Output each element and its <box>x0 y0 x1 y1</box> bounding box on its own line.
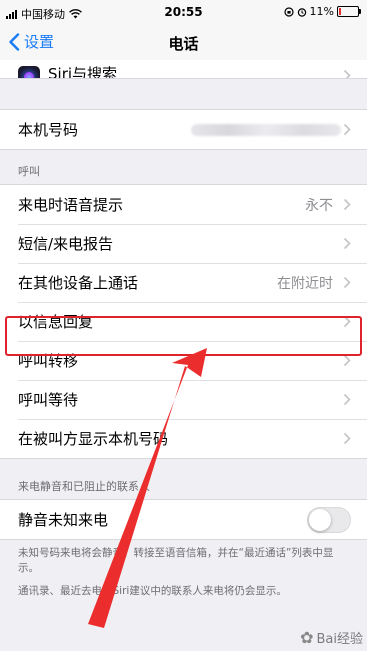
status-bar: 中国移动 20:55 11% <box>0 0 367 26</box>
calls-on-other-devices-label: 在其他设备上通话 <box>18 274 139 292</box>
settings-phone-screen: 中国移动 20:55 11% 设置 电话 Siri与搜索 本机号码 呼叫 来电时… <box>0 0 367 651</box>
siri-search-row[interactable]: Siri与搜索 <box>0 60 367 78</box>
announce-calls-row[interactable]: 来电时语音提示 永不 <box>0 185 367 224</box>
silence-unknown-callers-row: 静音未知来电 <box>0 500 367 539</box>
call-forwarding-label: 呼叫转移 <box>18 352 79 370</box>
paw-logo-icon: ✿ <box>300 628 314 647</box>
watermark-text: Bai经验 <box>316 632 364 647</box>
call-waiting-row[interactable]: 呼叫等待 <box>0 380 367 419</box>
chevron-right-icon <box>343 393 351 406</box>
silence-footer-text: 未知号码来电将会静音，转接至语音信箱，并在“最近通话”列表中显示。 <box>18 547 334 574</box>
sms-call-reporting-row[interactable]: 短信/来电报告 <box>0 224 367 263</box>
respond-with-text-label: 以信息回复 <box>18 313 94 331</box>
toggle-knob <box>309 508 331 531</box>
alarm-icon <box>297 7 306 17</box>
my-number-row[interactable]: 本机号码 <box>0 110 367 149</box>
chevron-right-icon <box>343 123 351 136</box>
show-caller-id-label: 在被叫方显示本机号码 <box>18 430 169 448</box>
contacts-footer-text: 通讯录、最近去电和Siri建议中的联系人来电将仍会显示。 <box>18 585 287 597</box>
chevron-right-icon <box>343 354 351 367</box>
call-forwarding-row[interactable]: 呼叫转移 <box>0 341 367 380</box>
sms-call-reporting-label: 短信/来电报告 <box>18 235 114 253</box>
calls-group: 来电时语音提示 永不 短信/来电报告 在其他设备上通话 在附近时 以信息回复 呼… <box>0 184 367 459</box>
announce-calls-label: 来电时语音提示 <box>18 196 124 214</box>
blurred-phone-number <box>191 123 341 136</box>
chevron-right-icon <box>343 198 351 211</box>
chevron-right-icon <box>343 432 351 445</box>
siri-search-label: Siri与搜索 <box>48 65 118 78</box>
my-number-group: 本机号码 <box>0 109 367 150</box>
show-caller-id-row[interactable]: 在被叫方显示本机号码 <box>0 419 367 458</box>
rotation-lock-icon <box>283 6 294 17</box>
silence-group: 静音未知来电 <box>0 499 367 540</box>
calls-on-other-devices-value: 在附近时 <box>277 275 333 292</box>
navigation-bar: 设置 电话 <box>0 26 367 60</box>
silence-unknown-callers-toggle[interactable] <box>307 506 351 533</box>
chevron-right-icon <box>343 237 351 250</box>
chevron-right-icon <box>343 69 351 78</box>
respond-with-text-row[interactable]: 以信息回复 <box>0 302 367 341</box>
battery-icon <box>337 6 361 17</box>
watermark: ✿ Bai经验 <box>300 628 363 647</box>
battery-percent: 11% <box>309 5 334 18</box>
chevron-right-icon <box>343 276 351 289</box>
call-waiting-label: 呼叫等待 <box>18 391 79 409</box>
calls-on-other-devices-row[interactable]: 在其他设备上通话 在附近时 <box>0 263 367 302</box>
silence-unknown-callers-label: 静音未知来电 <box>18 511 109 529</box>
siri-group: Siri与搜索 <box>0 60 367 79</box>
announce-calls-value: 永不 <box>305 197 333 214</box>
my-number-label: 本机号码 <box>18 121 79 139</box>
settings-list: Siri与搜索 本机号码 呼叫 来电时语音提示 永不 短信/来电报告 在其他设备… <box>0 60 367 599</box>
silence-section-header: 来电静音和已阻止的联系人 <box>18 480 150 493</box>
chevron-right-icon <box>343 315 351 328</box>
status-right: 11% <box>283 5 361 18</box>
calls-section-header: 呼叫 <box>18 165 40 178</box>
page-title: 电话 <box>168 35 199 53</box>
siri-icon <box>18 66 40 78</box>
